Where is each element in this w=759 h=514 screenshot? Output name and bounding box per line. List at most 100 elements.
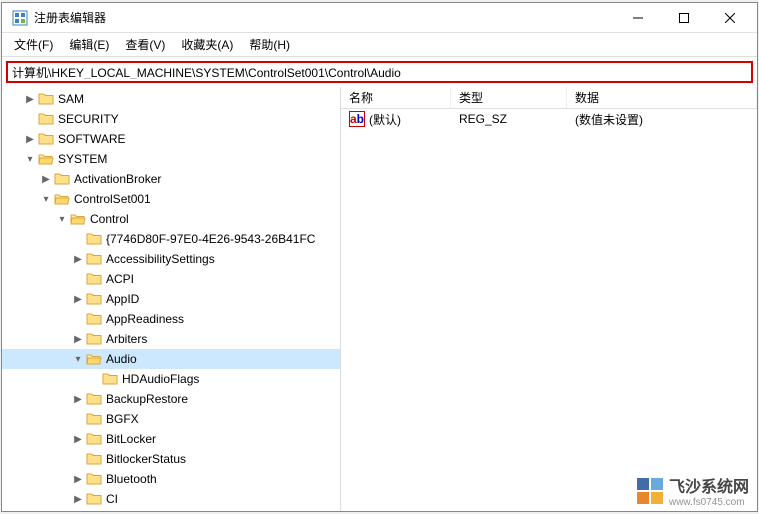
menu-help[interactable]: 帮助(H) xyxy=(241,34,298,55)
value-data: (数值未设置) xyxy=(567,109,757,130)
tree-node-label: SOFTWARE xyxy=(58,132,126,146)
watermark-logo-icon xyxy=(637,478,663,504)
tree-node[interactable]: ▾Control xyxy=(2,209,340,229)
tree-node[interactable]: ▾ SYSTEM xyxy=(2,149,340,169)
folder-closed-icon xyxy=(54,171,70,187)
addressbar-highlight xyxy=(6,61,753,83)
chevron-right-icon[interactable]: ▶ xyxy=(22,131,38,147)
tree-node-label: ActivationBroker xyxy=(74,172,161,186)
menu-file[interactable]: 文件(F) xyxy=(6,34,61,55)
tree-node[interactable]: ▶ BitLocker xyxy=(2,429,340,449)
tree-node-label: BitlockerStatus xyxy=(106,452,186,466)
chevron-down-icon[interactable]: ▾ xyxy=(22,151,38,167)
tree-node[interactable]: ▶AppID xyxy=(2,289,340,309)
tree-node[interactable]: ▾ControlSet001 xyxy=(2,189,340,209)
titlebar[interactable]: 注册表编辑器 xyxy=(2,3,757,33)
tree-node-label: SAM xyxy=(58,92,84,106)
folder-closed-icon xyxy=(86,411,102,427)
tree-panel[interactable]: ▶ SAM SECURITY ▶ SOFTWARE ▾ SYSTEM ▶ ActivationB… xyxy=(2,87,341,511)
tree-node-label: HDAudioFlags xyxy=(122,372,199,386)
tree-node[interactable]: ▶CI xyxy=(2,489,340,509)
folder-closed-icon xyxy=(86,291,102,307)
expander-placeholder xyxy=(86,371,102,387)
tree-node[interactable]: BitlockerStatus xyxy=(2,449,340,469)
expander-placeholder xyxy=(22,111,38,127)
folder-open-icon xyxy=(70,211,86,227)
tree-node[interactable]: ▶ BackupRestore xyxy=(2,389,340,409)
folder-closed-icon xyxy=(86,391,102,407)
tree-node-label: Audio xyxy=(106,352,137,366)
chevron-right-icon[interactable]: ▶ xyxy=(70,291,86,307)
tree-node-label: SECURITY xyxy=(58,112,119,126)
expander-placeholder xyxy=(70,411,86,427)
tree-node[interactable]: ▶ SOFTWARE xyxy=(2,129,340,149)
chevron-right-icon[interactable]: ▶ xyxy=(70,471,86,487)
tree-node[interactable]: ▶ ActivationBroker xyxy=(2,169,340,189)
tree-node[interactable]: ACPI xyxy=(2,269,340,289)
values-panel[interactable]: 名称 类型 数据 ab(默认)REG_SZ(数值未设置) xyxy=(341,87,757,511)
tree-node[interactable]: ▶ SAM xyxy=(2,89,340,109)
tree-node-label: AppReadiness xyxy=(106,312,184,326)
menu-edit[interactable]: 编辑(E) xyxy=(61,34,117,55)
chevron-down-icon[interactable]: ▾ xyxy=(70,351,86,367)
watermark: 飞沙系统网 www.fs0745.com xyxy=(637,473,749,508)
chevron-down-icon[interactable]: ▾ xyxy=(38,191,54,207)
tree-node[interactable]: ▾ Audio xyxy=(2,349,340,369)
tree-node-label: BitLocker xyxy=(106,432,156,446)
folder-closed-icon xyxy=(38,111,54,127)
list-body: ab(默认)REG_SZ(数值未设置) xyxy=(341,109,757,129)
chevron-right-icon[interactable]: ▶ xyxy=(70,331,86,347)
tree-node-label: Bluetooth xyxy=(106,472,157,486)
chevron-right-icon[interactable]: ▶ xyxy=(70,431,86,447)
tree-node-label: BGFX xyxy=(106,412,139,426)
folder-closed-icon xyxy=(86,311,102,327)
tree-node[interactable]: ▶ Bluetooth xyxy=(2,469,340,489)
expander-placeholder xyxy=(70,231,86,247)
maximize-button[interactable] xyxy=(661,3,707,33)
menu-favorites[interactable]: 收藏夹(A) xyxy=(173,34,241,55)
chevron-right-icon[interactable]: ▶ xyxy=(22,91,38,107)
folder-open-icon xyxy=(54,191,70,207)
folder-closed-icon xyxy=(102,371,118,387)
tree-node-label: SYSTEM xyxy=(58,152,107,166)
minimize-button[interactable] xyxy=(615,3,661,33)
column-header-data[interactable]: 数据 xyxy=(567,87,757,108)
chevron-right-icon[interactable]: ▶ xyxy=(70,391,86,407)
chevron-right-icon[interactable]: ▶ xyxy=(38,171,54,187)
folder-closed-icon xyxy=(38,91,54,107)
folder-closed-icon xyxy=(86,271,102,287)
tree-node[interactable]: AppReadiness xyxy=(2,309,340,329)
tree-node[interactable]: BGFX xyxy=(2,409,340,429)
column-header-type[interactable]: 类型 xyxy=(451,87,567,108)
value-row[interactable]: ab(默认)REG_SZ(数值未设置) xyxy=(341,109,757,129)
tree-node-label: ACPI xyxy=(106,272,134,286)
folder-closed-icon xyxy=(86,331,102,347)
tree-node-label: Arbiters xyxy=(106,332,147,346)
value-type: REG_SZ xyxy=(451,110,567,128)
menubar: 文件(F) 编辑(E) 查看(V) 收藏夹(A) 帮助(H) xyxy=(2,33,757,57)
expander-placeholder xyxy=(70,311,86,327)
close-button[interactable] xyxy=(707,3,753,33)
column-header-name[interactable]: 名称 xyxy=(341,87,451,108)
chevron-right-icon[interactable]: ▶ xyxy=(70,251,86,267)
tree-node-label: BackupRestore xyxy=(106,392,188,406)
chevron-down-icon[interactable]: ▾ xyxy=(54,211,70,227)
folder-closed-icon xyxy=(86,231,102,247)
watermark-url: www.fs0745.com xyxy=(669,497,749,508)
folder-closed-icon xyxy=(38,131,54,147)
tree-node[interactable]: SECURITY xyxy=(2,109,340,129)
chevron-right-icon[interactable]: ▶ xyxy=(70,491,86,507)
menu-view[interactable]: 查看(V) xyxy=(117,34,173,55)
tree-node[interactable]: {7746D80F-97E0-4E26-9543-26B41FC xyxy=(2,229,340,249)
registry-tree: ▶ SAM SECURITY ▶ SOFTWARE ▾ SYSTEM ▶ ActivationB… xyxy=(2,87,340,511)
tree-node[interactable]: ▶ Arbiters xyxy=(2,329,340,349)
app-icon xyxy=(12,10,28,26)
window-title: 注册表编辑器 xyxy=(34,9,615,26)
expander-placeholder xyxy=(70,451,86,467)
window-controls xyxy=(615,3,753,33)
tree-node[interactable]: ▶AccessibilitySettings xyxy=(2,249,340,269)
address-input[interactable] xyxy=(12,65,747,79)
folder-closed-icon xyxy=(86,431,102,447)
tree-node-label: {7746D80F-97E0-4E26-9543-26B41FC xyxy=(106,232,315,246)
tree-node[interactable]: HDAudioFlags xyxy=(2,369,340,389)
